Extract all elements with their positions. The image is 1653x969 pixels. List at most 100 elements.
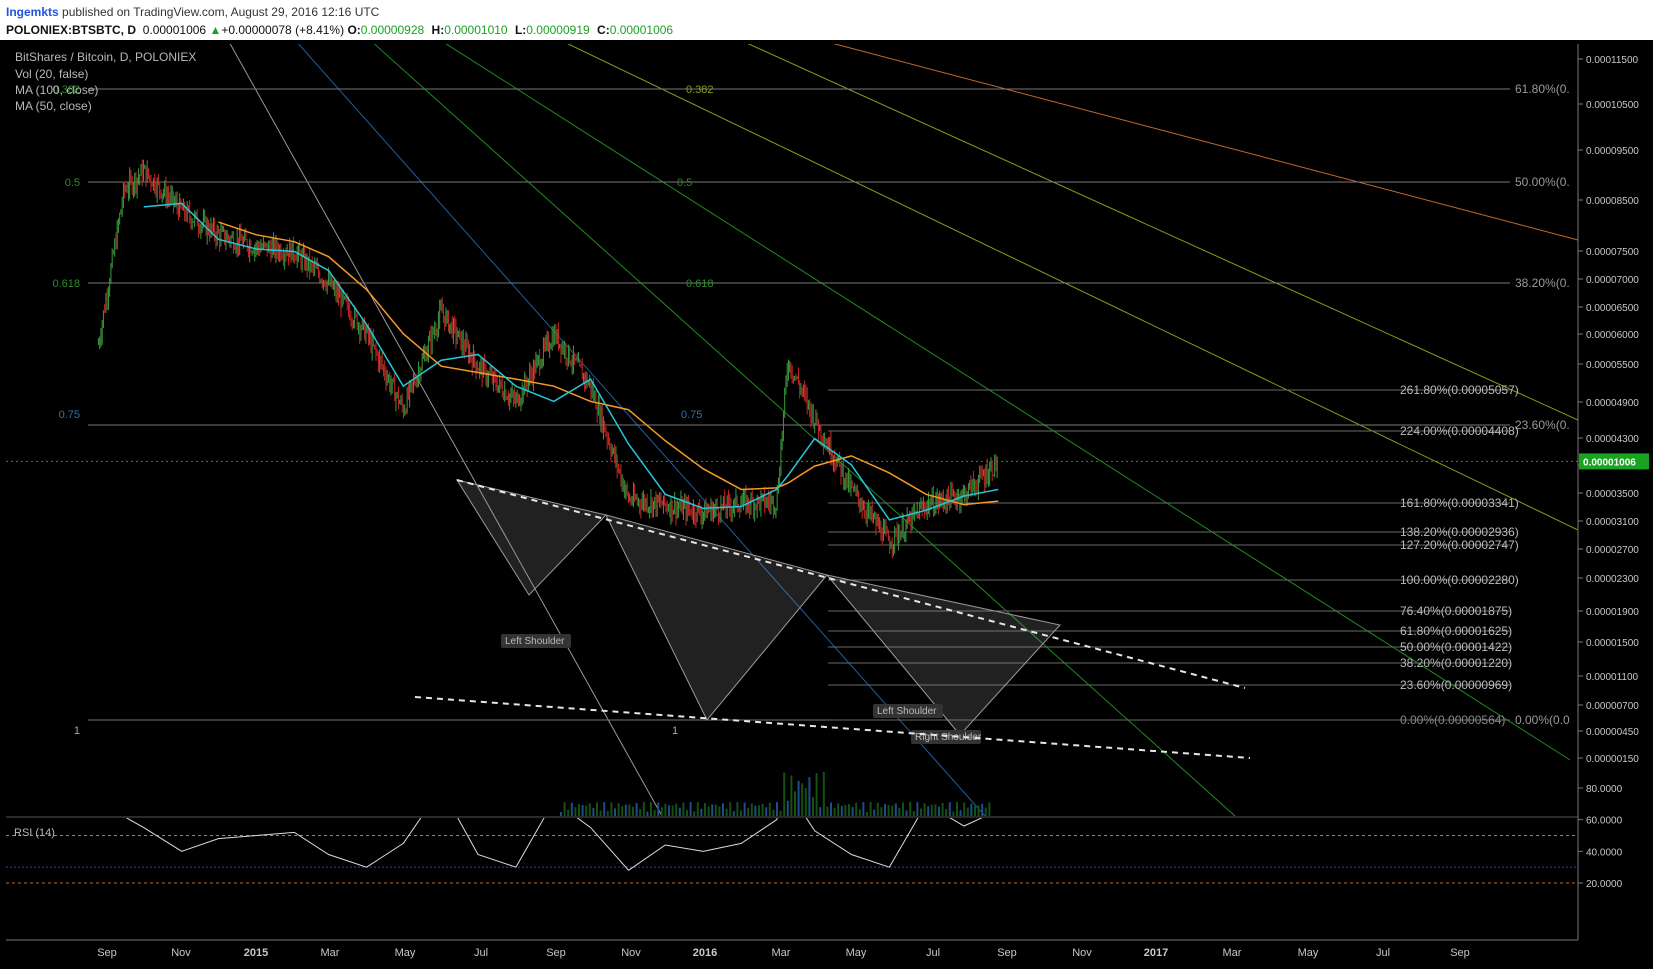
volume-bar (984, 807, 987, 816)
volume-bar (970, 803, 973, 816)
volume-bar (603, 802, 606, 816)
publish-line: Ingemkts published on TradingView.com, A… (6, 5, 379, 19)
price-tick-label: 0.00009500 (1586, 146, 1639, 157)
fib-ext-label: 61.80%(0.00001625) (1400, 624, 1512, 638)
volume-bar (804, 788, 807, 816)
volume-bar (891, 805, 894, 816)
volume-bar (675, 803, 678, 816)
time-tick-label: Nov (1072, 947, 1092, 959)
volume-bar (592, 808, 595, 816)
volume-bar (956, 802, 958, 816)
volume-bar (628, 804, 631, 816)
volume-bar (725, 808, 728, 816)
volume-bar (934, 804, 937, 816)
volume-bar (862, 802, 865, 816)
time-tick-label: Mar (1223, 947, 1242, 959)
volume-bar (963, 802, 966, 816)
fib-ext-label: 127.20%(0.00002747) (1400, 538, 1519, 552)
volume-bar (876, 802, 879, 816)
time-tick-label: 2016 (693, 947, 717, 959)
volume-bar (920, 808, 922, 816)
fib-ext-label: 23.60%(0.00000969) (1400, 678, 1512, 692)
time-tick-label: Jul (926, 947, 940, 959)
time-tick-label: May (846, 947, 867, 959)
volume-bar (912, 811, 915, 816)
high-label: H: (431, 23, 445, 37)
volume-bar (664, 803, 667, 816)
volume-bar (635, 802, 638, 816)
volume-bar (815, 773, 818, 816)
symbol-label[interactable]: POLONIEX:BTSBTC, D (6, 23, 136, 37)
current-price-label: 0.00001006 (1583, 457, 1636, 468)
volume-bar (873, 809, 876, 816)
volume-bar (858, 809, 861, 816)
volume-bar (686, 810, 688, 816)
volume-bar (617, 803, 620, 816)
change-value: +0.00000078 (+8.41%) (221, 23, 345, 37)
volume-bar (801, 783, 804, 816)
volume-bar (826, 806, 829, 816)
volume-bar (902, 802, 904, 816)
volume-bar (596, 802, 598, 816)
volume-bar (916, 802, 919, 816)
price-tick-label: 0.00001900 (1586, 607, 1639, 618)
time-tick-label: Jul (474, 947, 488, 959)
volume-bar (657, 802, 660, 816)
volume-bar (768, 802, 771, 816)
volume-bar (884, 803, 886, 816)
volume-bar (747, 807, 750, 816)
price-tick-label: 0.00005500 (1586, 360, 1639, 371)
volume-bar (639, 809, 642, 816)
price-tick-label: 0.00003500 (1586, 489, 1639, 500)
low-label: L: (514, 23, 527, 37)
fib-ext-label: 50.00%(0.00001422) (1400, 640, 1512, 654)
volume-bar (632, 806, 634, 816)
price-tick-label: 0.00000450 (1586, 727, 1639, 738)
volume-bar (560, 812, 562, 816)
fib-fan-label-mid: 0.5 (677, 177, 692, 189)
volume-bar (660, 807, 663, 816)
legend-vol: Vol (20, false) (15, 67, 88, 81)
open-value: 0.00000928 (360, 23, 425, 37)
volume-bar (678, 807, 681, 816)
price-tick-label: 0.00004300 (1586, 434, 1639, 445)
volume-bar (585, 805, 588, 816)
volume-bar (945, 808, 948, 816)
volume-bar (599, 810, 602, 816)
price-tick-label: 0.00001500 (1586, 638, 1639, 649)
volume-bar (794, 791, 796, 816)
volume-bar (779, 810, 782, 816)
fib-fan-label-mid: 0.382 (686, 84, 714, 96)
price-tick-label: 0.00007500 (1586, 247, 1639, 258)
chart-canvas[interactable]: 0.3820.50.6180.7510.3820.50.6180.75161.8… (0, 40, 1653, 969)
volume-bar (855, 802, 858, 816)
volume-bar (905, 810, 908, 816)
rsi-tick-label: 60.0000 (1586, 816, 1623, 827)
volume-bar (898, 807, 901, 816)
volume-bar (772, 809, 775, 816)
time-tick-label: May (395, 947, 416, 959)
fib-ext-label: 38.20%(0.00001220) (1400, 656, 1512, 670)
high-value: 0.00001010 (444, 23, 508, 37)
volume-bar (830, 802, 832, 816)
time-tick-label: Sep (97, 947, 117, 959)
volume-bar (988, 802, 991, 816)
volume-bar (840, 805, 843, 816)
volume-bar (948, 802, 951, 816)
author-link[interactable]: Ingemkts (6, 5, 59, 19)
volume-bar (614, 808, 616, 816)
volume-bar (880, 807, 883, 816)
change-arrow-icon: ▲ (209, 23, 222, 37)
time-tick-label: 2017 (1144, 947, 1168, 959)
chart-header: Ingemkts published on TradingView.com, A… (0, 0, 1653, 40)
fib-ext-label: 161.80%(0.00003341) (1400, 496, 1519, 510)
volume-bar (610, 802, 613, 816)
volume-bar (758, 805, 760, 816)
price-tick-label: 0.00006500 (1586, 303, 1639, 314)
price-tick-label: 0.00011500 (1586, 55, 1639, 66)
fib-ext-label: 261.80%(0.00005057) (1400, 383, 1519, 397)
fib-fan-label-mid: 0.618 (686, 278, 714, 290)
volume-bar (844, 804, 847, 816)
publish-text: published on TradingView.com, August 29,… (62, 5, 380, 19)
volume-bar (696, 802, 699, 816)
